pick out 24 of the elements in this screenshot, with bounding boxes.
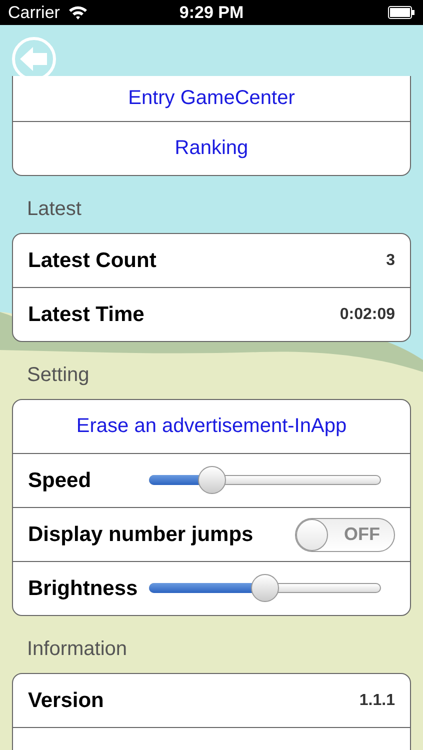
left-arrow-icon (19, 46, 49, 72)
action-link[interactable]: Erase an advertisement-InApp (28, 415, 395, 438)
section-header: Latest (26, 197, 82, 222)
slider-track[interactable] (149, 466, 381, 494)
row-label: Version (28, 688, 104, 712)
row-label: Speed (28, 468, 92, 492)
row-value: 1.1.1 (359, 692, 395, 710)
battery-icon (388, 6, 415, 19)
row-label: Brightness (28, 576, 138, 600)
row-label: Latest Time (28, 302, 144, 326)
row-label: Latest Count (28, 248, 156, 272)
row-value: 0:02:09 (340, 306, 395, 324)
slider-track[interactable] (149, 574, 381, 602)
slider-thumb[interactable] (251, 574, 279, 602)
row-label: Display number jumps (28, 522, 254, 546)
row-value: 3 (386, 252, 395, 270)
section-header: Setting (26, 363, 90, 388)
action-link[interactable]: Entry GameCenter (28, 87, 395, 110)
slider-thumb[interactable] (198, 466, 226, 494)
action-link[interactable]: Ranking (28, 137, 395, 160)
status-time: 9:29 PM (179, 2, 244, 22)
carrier-label: Carrier (8, 2, 60, 22)
wifi-icon (68, 5, 88, 20)
section-header: Information (26, 637, 128, 662)
